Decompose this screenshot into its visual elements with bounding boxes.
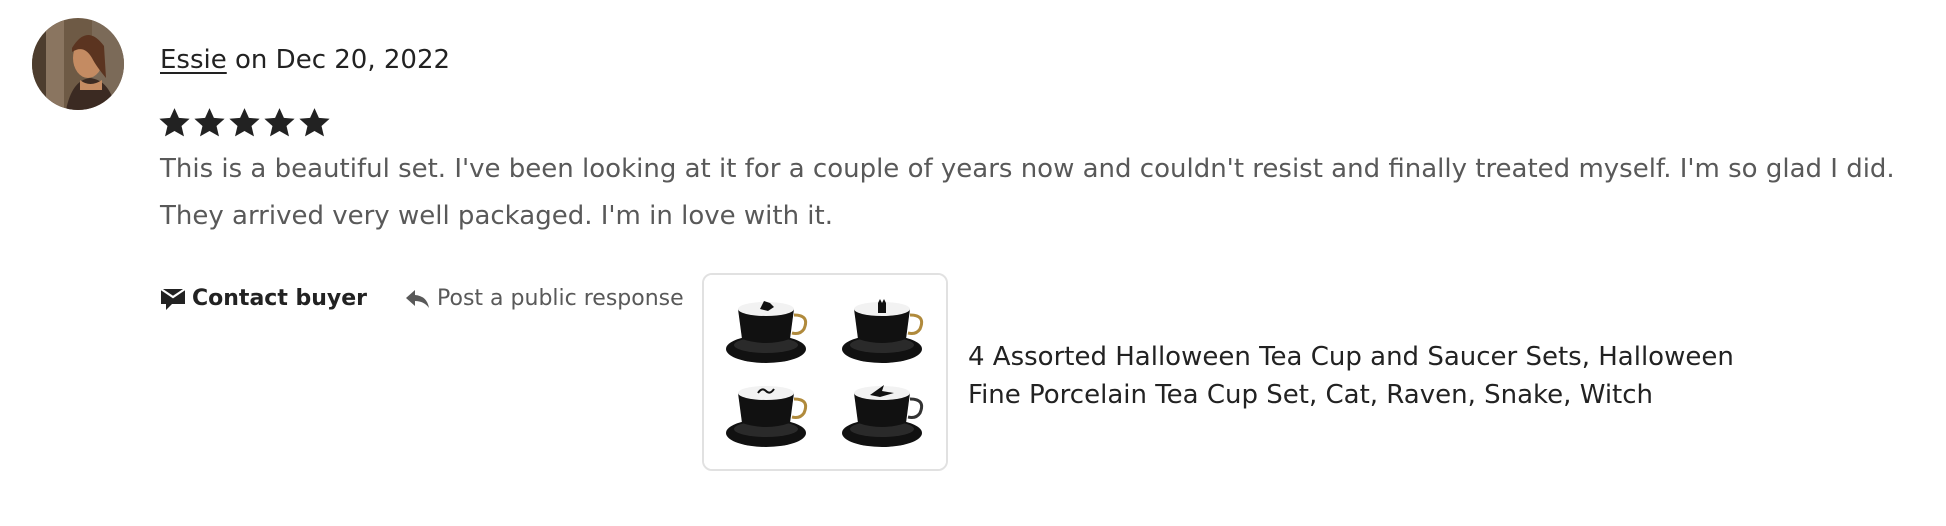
star-filled-icon bbox=[264, 108, 295, 137]
contact-buyer-button[interactable]: Contact buyer bbox=[160, 286, 367, 311]
star-rating bbox=[158, 106, 331, 139]
review-actions: Contact buyer Post a public response bbox=[160, 286, 684, 311]
product-thumbnail[interactable] bbox=[702, 273, 948, 471]
product-title-link[interactable]: 4 Assorted Halloween Tea Cup and Saucer … bbox=[968, 338, 1768, 414]
contact-buyer-label: Contact buyer bbox=[192, 286, 368, 311]
date-prefix: on bbox=[226, 45, 276, 75]
review-text: This is a beautiful set. I've been looki… bbox=[160, 154, 1895, 231]
star-filled-icon bbox=[194, 108, 225, 137]
reviewer-avatar[interactable] bbox=[32, 18, 124, 110]
star-filled-icon bbox=[159, 108, 190, 137]
star-filled-icon bbox=[229, 108, 260, 137]
reviewer-name-link[interactable]: Essie bbox=[160, 45, 227, 75]
post-public-response-button[interactable]: Post a public response bbox=[405, 286, 684, 311]
review-byline: Essie on Dec 20, 2022 bbox=[160, 40, 450, 80]
star-filled-icon bbox=[299, 108, 330, 137]
review-date: Dec 20, 2022 bbox=[275, 45, 451, 75]
post-public-response-label: Post a public response bbox=[437, 286, 684, 311]
reply-arrow-icon bbox=[406, 289, 430, 308]
envelope-chat-icon bbox=[160, 287, 186, 310]
